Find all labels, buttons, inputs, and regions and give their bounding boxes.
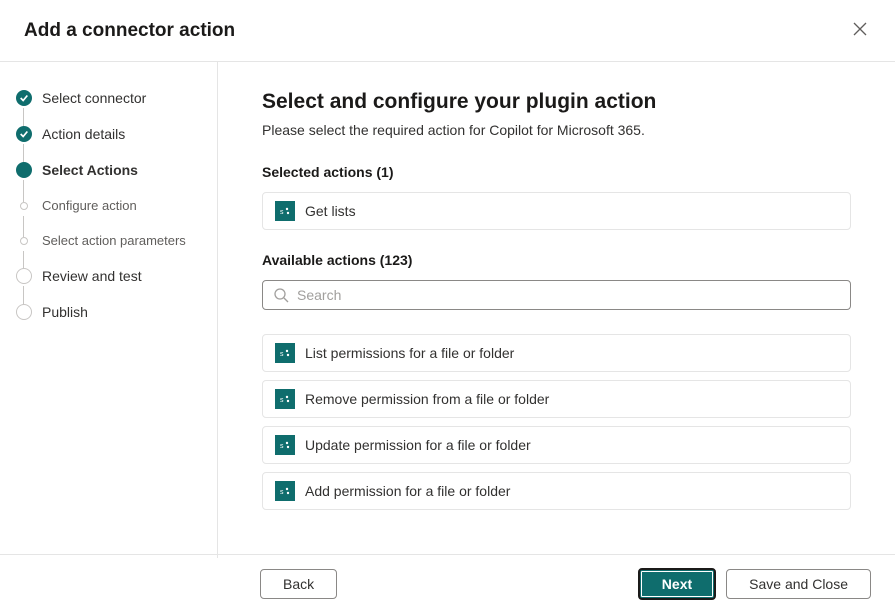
search-icon (273, 287, 289, 303)
step-select-action-parameters[interactable]: Select action parameters (16, 233, 217, 268)
available-action-item[interactable]: s Remove permission from a file or folde… (262, 380, 851, 418)
next-button[interactable]: Next (638, 568, 716, 600)
step-publish[interactable]: Publish (16, 304, 217, 340)
future-step-icon (20, 237, 28, 245)
wizard-sidebar: Select connector Action details Select A… (0, 62, 218, 558)
step-label: Configure action (42, 198, 137, 213)
svg-text:s: s (280, 351, 284, 358)
action-label: Remove permission from a file or folder (305, 391, 549, 407)
available-action-item[interactable]: s List permissions for a file or folder (262, 334, 851, 372)
step-select-connector[interactable]: Select connector (16, 90, 217, 126)
sharepoint-icon: s (275, 343, 295, 363)
page-title: Select and configure your plugin action (262, 90, 851, 114)
checkmark-icon (16, 126, 32, 142)
close-button[interactable] (849, 18, 871, 43)
sharepoint-icon: s (275, 435, 295, 455)
page-subtitle: Please select the required action for Co… (262, 122, 851, 138)
dialog-title: Add a connector action (24, 20, 235, 42)
step-select-actions[interactable]: Select Actions (16, 162, 217, 198)
step-label: Review and test (42, 268, 142, 284)
search-input[interactable] (297, 287, 840, 303)
selected-actions-label: Selected actions (1) (262, 164, 851, 180)
step-label: Select Actions (42, 162, 138, 178)
step-review-and-test[interactable]: Review and test (16, 268, 217, 304)
action-label: Update permission for a file or folder (305, 437, 531, 453)
step-action-details[interactable]: Action details (16, 126, 217, 162)
available-actions-label: Available actions (123) (262, 252, 851, 268)
svg-text:s: s (280, 443, 284, 450)
future-step-icon (16, 268, 32, 284)
current-step-icon (16, 162, 32, 178)
close-icon (853, 22, 867, 39)
save-and-close-button[interactable]: Save and Close (726, 569, 871, 599)
sharepoint-icon: s (275, 389, 295, 409)
svg-text:s: s (280, 489, 284, 496)
sharepoint-icon: s (275, 201, 295, 221)
action-label: Get lists (305, 203, 356, 219)
action-label: List permissions for a file or folder (305, 345, 514, 361)
step-configure-action[interactable]: Configure action (16, 198, 217, 233)
checkmark-icon (16, 90, 32, 106)
future-step-icon (20, 202, 28, 210)
search-box[interactable] (262, 280, 851, 310)
step-label: Publish (42, 304, 88, 320)
step-label: Action details (42, 126, 125, 142)
svg-text:s: s (280, 209, 284, 216)
step-label: Select connector (42, 90, 146, 106)
back-button[interactable]: Back (260, 569, 337, 599)
future-step-icon (16, 304, 32, 320)
step-list: Select connector Action details Select A… (16, 90, 217, 340)
action-label: Add permission for a file or folder (305, 483, 510, 499)
svg-text:s: s (280, 397, 284, 404)
content-area: Select connector Action details Select A… (0, 62, 895, 558)
step-label: Select action parameters (42, 233, 186, 248)
selected-action-item[interactable]: s Get lists (262, 192, 851, 230)
available-action-item[interactable]: s Update permission for a file or folder (262, 426, 851, 464)
available-action-item[interactable]: s Add permission for a file or folder (262, 472, 851, 510)
dialog-footer: Back Next Save and Close (0, 554, 895, 612)
dialog-header: Add a connector action (0, 0, 895, 62)
main-panel: Select and configure your plugin action … (218, 62, 895, 558)
sharepoint-icon: s (275, 481, 295, 501)
